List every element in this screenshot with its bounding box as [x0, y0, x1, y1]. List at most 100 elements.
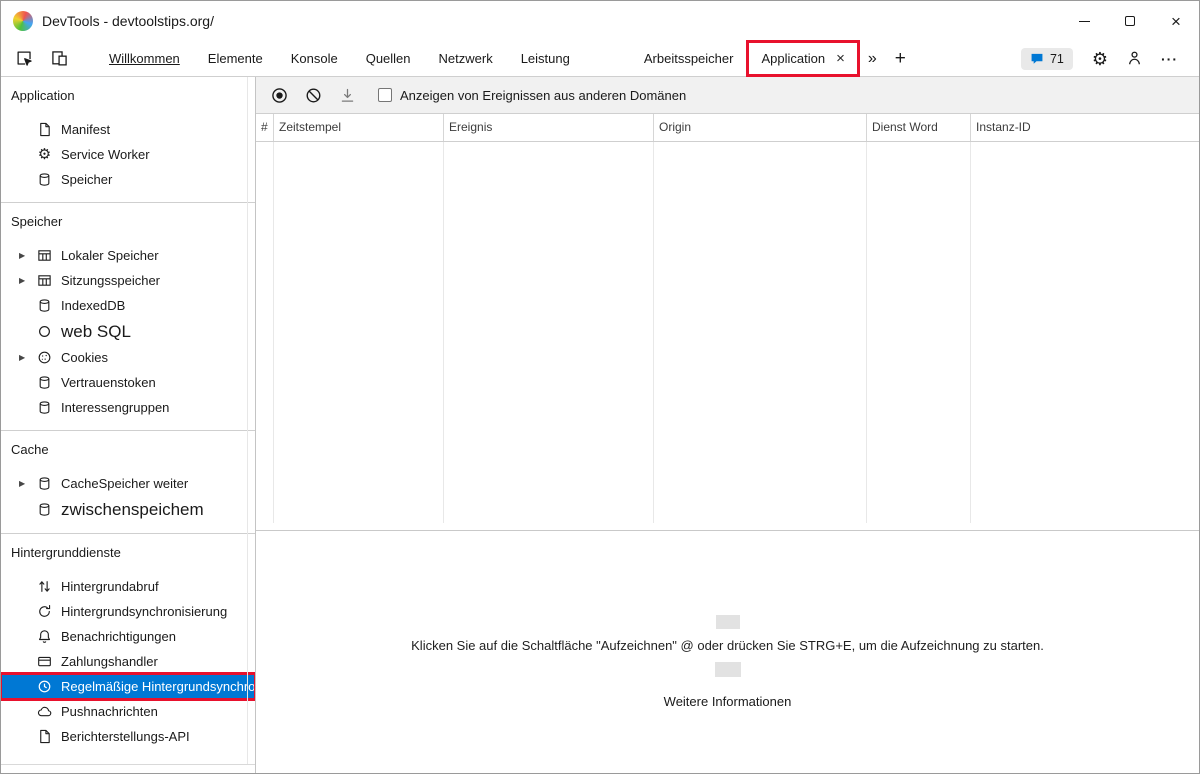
circle-icon	[36, 323, 53, 340]
tabbar-right-tools: 71 ⚙ ···	[1020, 41, 1199, 76]
feedback-button[interactable]: 71	[1020, 47, 1073, 70]
bell-icon	[36, 628, 53, 645]
expand-chevron-icon[interactable]: ▶	[19, 251, 36, 260]
tab-application[interactable]: Application ×	[746, 40, 860, 77]
sidebar-item-zahlungshandler[interactable]: Zahlungshandler	[1, 649, 255, 674]
sidebar-item-hintergrundabruf[interactable]: Hintergrundabruf	[1, 574, 255, 599]
file-icon	[36, 121, 53, 138]
more-tabs-chevron-icon[interactable]: »	[859, 41, 886, 76]
sidebar-item-sitzungsspeicher[interactable]: ▶ Sitzungsspeicher	[1, 268, 255, 293]
show-other-domains-checkbox[interactable]	[378, 88, 392, 102]
tab-willkommen[interactable]: Willkommen	[95, 41, 194, 76]
sidebar-item-label: CacheSpeicher weiter	[61, 476, 189, 491]
sidebar-item-regelmaessige-hintergrundsynchronisierung[interactable]: Regelmäßige Hintergrundsynchronisierung	[1, 672, 255, 701]
tab-netzwerk[interactable]: Netzwerk	[425, 41, 507, 76]
sidebar-item-label: Cookies	[61, 350, 108, 365]
sidebar-item-cookies[interactable]: ▶ Cookies	[1, 345, 255, 370]
expand-chevron-icon[interactable]: ▶	[19, 276, 36, 285]
inspect-icon[interactable]	[7, 41, 42, 76]
tab-konsole[interactable]: Konsole	[277, 41, 352, 76]
more-options-icon[interactable]: ···	[1152, 52, 1187, 66]
tab-leistung[interactable]: Leistung	[507, 41, 584, 76]
cloud-icon	[36, 703, 53, 720]
sidebar-section: Hintergrunddienste Hintergrundabruf Hinter…	[1, 533, 255, 759]
expand-chevron-icon[interactable]: ▶	[19, 479, 36, 488]
column-divider	[653, 142, 654, 523]
add-panel-button[interactable]: +	[886, 41, 915, 76]
sidebar-item-cache-speicher[interactable]: ▶ CacheSpeicher weiter	[1, 471, 255, 496]
sidebar-item-hintergrundsynchronisierung[interactable]: Hintergrundsynchronisierung	[1, 599, 255, 624]
sidebar-item-label: Zahlungshandler	[61, 654, 158, 669]
sync-icon	[36, 603, 53, 620]
sidebar-item-label: Vertrauenstoken	[61, 375, 156, 390]
tab-label: Leistung	[520, 51, 570, 66]
sidebar-item-label: Benachrichtigungen	[61, 629, 176, 644]
sidebar-item-benachrichtigungen[interactable]: Benachrichtigungen	[1, 624, 255, 649]
db-icon	[36, 171, 53, 188]
sidebar-item-label: Pushnachrichten	[61, 704, 158, 719]
empty-state: Klicken Sie auf die Schaltfläche "Aufzei…	[256, 531, 1199, 773]
window-controls: ×	[1061, 1, 1199, 41]
sidebar-item-speicher[interactable]: Speicher	[1, 167, 255, 192]
settings-gear-icon[interactable]: ⚙	[1083, 50, 1117, 68]
file-icon	[36, 728, 53, 745]
record-button[interactable]	[262, 77, 296, 113]
tab-label: Elemente	[207, 51, 263, 66]
sidebar-item-pushnachrichten[interactable]: Pushnachrichten	[1, 699, 255, 724]
feedback-bubble-icon	[1030, 52, 1044, 66]
tab-label: Konsole	[290, 51, 338, 66]
sidebar-item-label: Manifest	[61, 122, 111, 137]
tab-close-icon[interactable]: ×	[836, 50, 845, 67]
db-icon	[36, 297, 53, 314]
gear-icon: ⚙	[37, 146, 52, 163]
sidebar-item-web-sql[interactable]: web SQL	[1, 318, 255, 345]
panel-tabbar: Willkommen Elemente Konsole Quellen Netzwerk…	[1, 40, 1199, 77]
db-icon	[36, 475, 53, 492]
updown-icon	[36, 578, 53, 595]
tab-quellen[interactable]: Quellen	[352, 41, 425, 76]
device-toolbar-icon[interactable]	[42, 41, 77, 76]
expand-chevron-icon[interactable]: ▶	[19, 353, 36, 362]
tab-label: Netzwerk	[438, 51, 493, 66]
empty-state-message: Klicken Sie auf die Schaltfläche "Aufzei…	[411, 638, 1044, 653]
sidebar-section-title: Application	[11, 88, 75, 103]
window-title: DevTools - devtoolstips.org/	[42, 13, 214, 29]
sidebar-item-service-worker[interactable]: ⚙ Service Worker	[1, 142, 255, 167]
db-icon	[36, 374, 53, 391]
sidebar-item-label: Lokaler Speicher	[61, 248, 159, 263]
column-divider	[866, 142, 867, 523]
sidebar-item-interessengruppen[interactable]: Interessengruppen	[1, 395, 255, 420]
column-header-instanz-id[interactable]: Instanz-ID	[971, 114, 1199, 141]
tab-arbeitsspeicher[interactable]: Arbeitsspeicher	[630, 41, 748, 76]
tab-label: Arbeitsspeicher	[643, 51, 734, 66]
devtools-logo-icon	[13, 11, 33, 31]
column-header-origin[interactable]: Origin	[654, 114, 867, 141]
sidebar-item-label: Berichterstellungs-API	[61, 729, 190, 744]
column-header-ereignis[interactable]: Ereignis	[444, 114, 654, 141]
maximize-button[interactable]	[1107, 1, 1153, 41]
sidebar-item-berichterstellungs-api[interactable]: Berichterstellungs-API	[1, 724, 255, 749]
tab-label: Quellen	[365, 51, 411, 66]
sidebar-item-manifest[interactable]: Manifest	[1, 117, 255, 142]
tab-elemente[interactable]: Elemente	[194, 41, 277, 76]
column-header-dienst-word[interactable]: Dienst Word	[867, 114, 971, 141]
sidebar-section-title: Hintergrunddienste	[11, 545, 121, 560]
minimize-button[interactable]	[1061, 1, 1107, 41]
table-icon	[36, 272, 53, 289]
learn-more-link[interactable]: Weitere Informationen	[664, 694, 792, 709]
column-header-zeitstempel[interactable]: Zeitstempel	[274, 114, 444, 141]
sidebar-item-vertrauenstoken[interactable]: Vertrauenstoken	[1, 370, 255, 395]
sidebar-item-zwischenspeichern[interactable]: zwischenspeichem	[1, 496, 255, 523]
tab-label: Application	[761, 51, 826, 66]
devtools-content: Application Manifest ⚙ Service Worker Speich…	[1, 77, 1199, 773]
close-button[interactable]: ×	[1153, 1, 1199, 41]
save-events-button[interactable]	[330, 77, 364, 113]
sidebar-section-title: Speicher	[11, 214, 63, 229]
clear-button[interactable]	[296, 77, 330, 113]
sidebar-item-lokaler-speicher[interactable]: ▶ Lokaler Speicher	[1, 243, 255, 268]
sidebar-item-label: Hintergrundabruf	[61, 579, 159, 594]
column-header-index[interactable]: #	[256, 114, 274, 141]
people-icon[interactable]	[1117, 50, 1152, 67]
sidebar-item-indexeddb[interactable]: IndexedDB	[1, 293, 255, 318]
cookie-icon	[36, 349, 53, 366]
